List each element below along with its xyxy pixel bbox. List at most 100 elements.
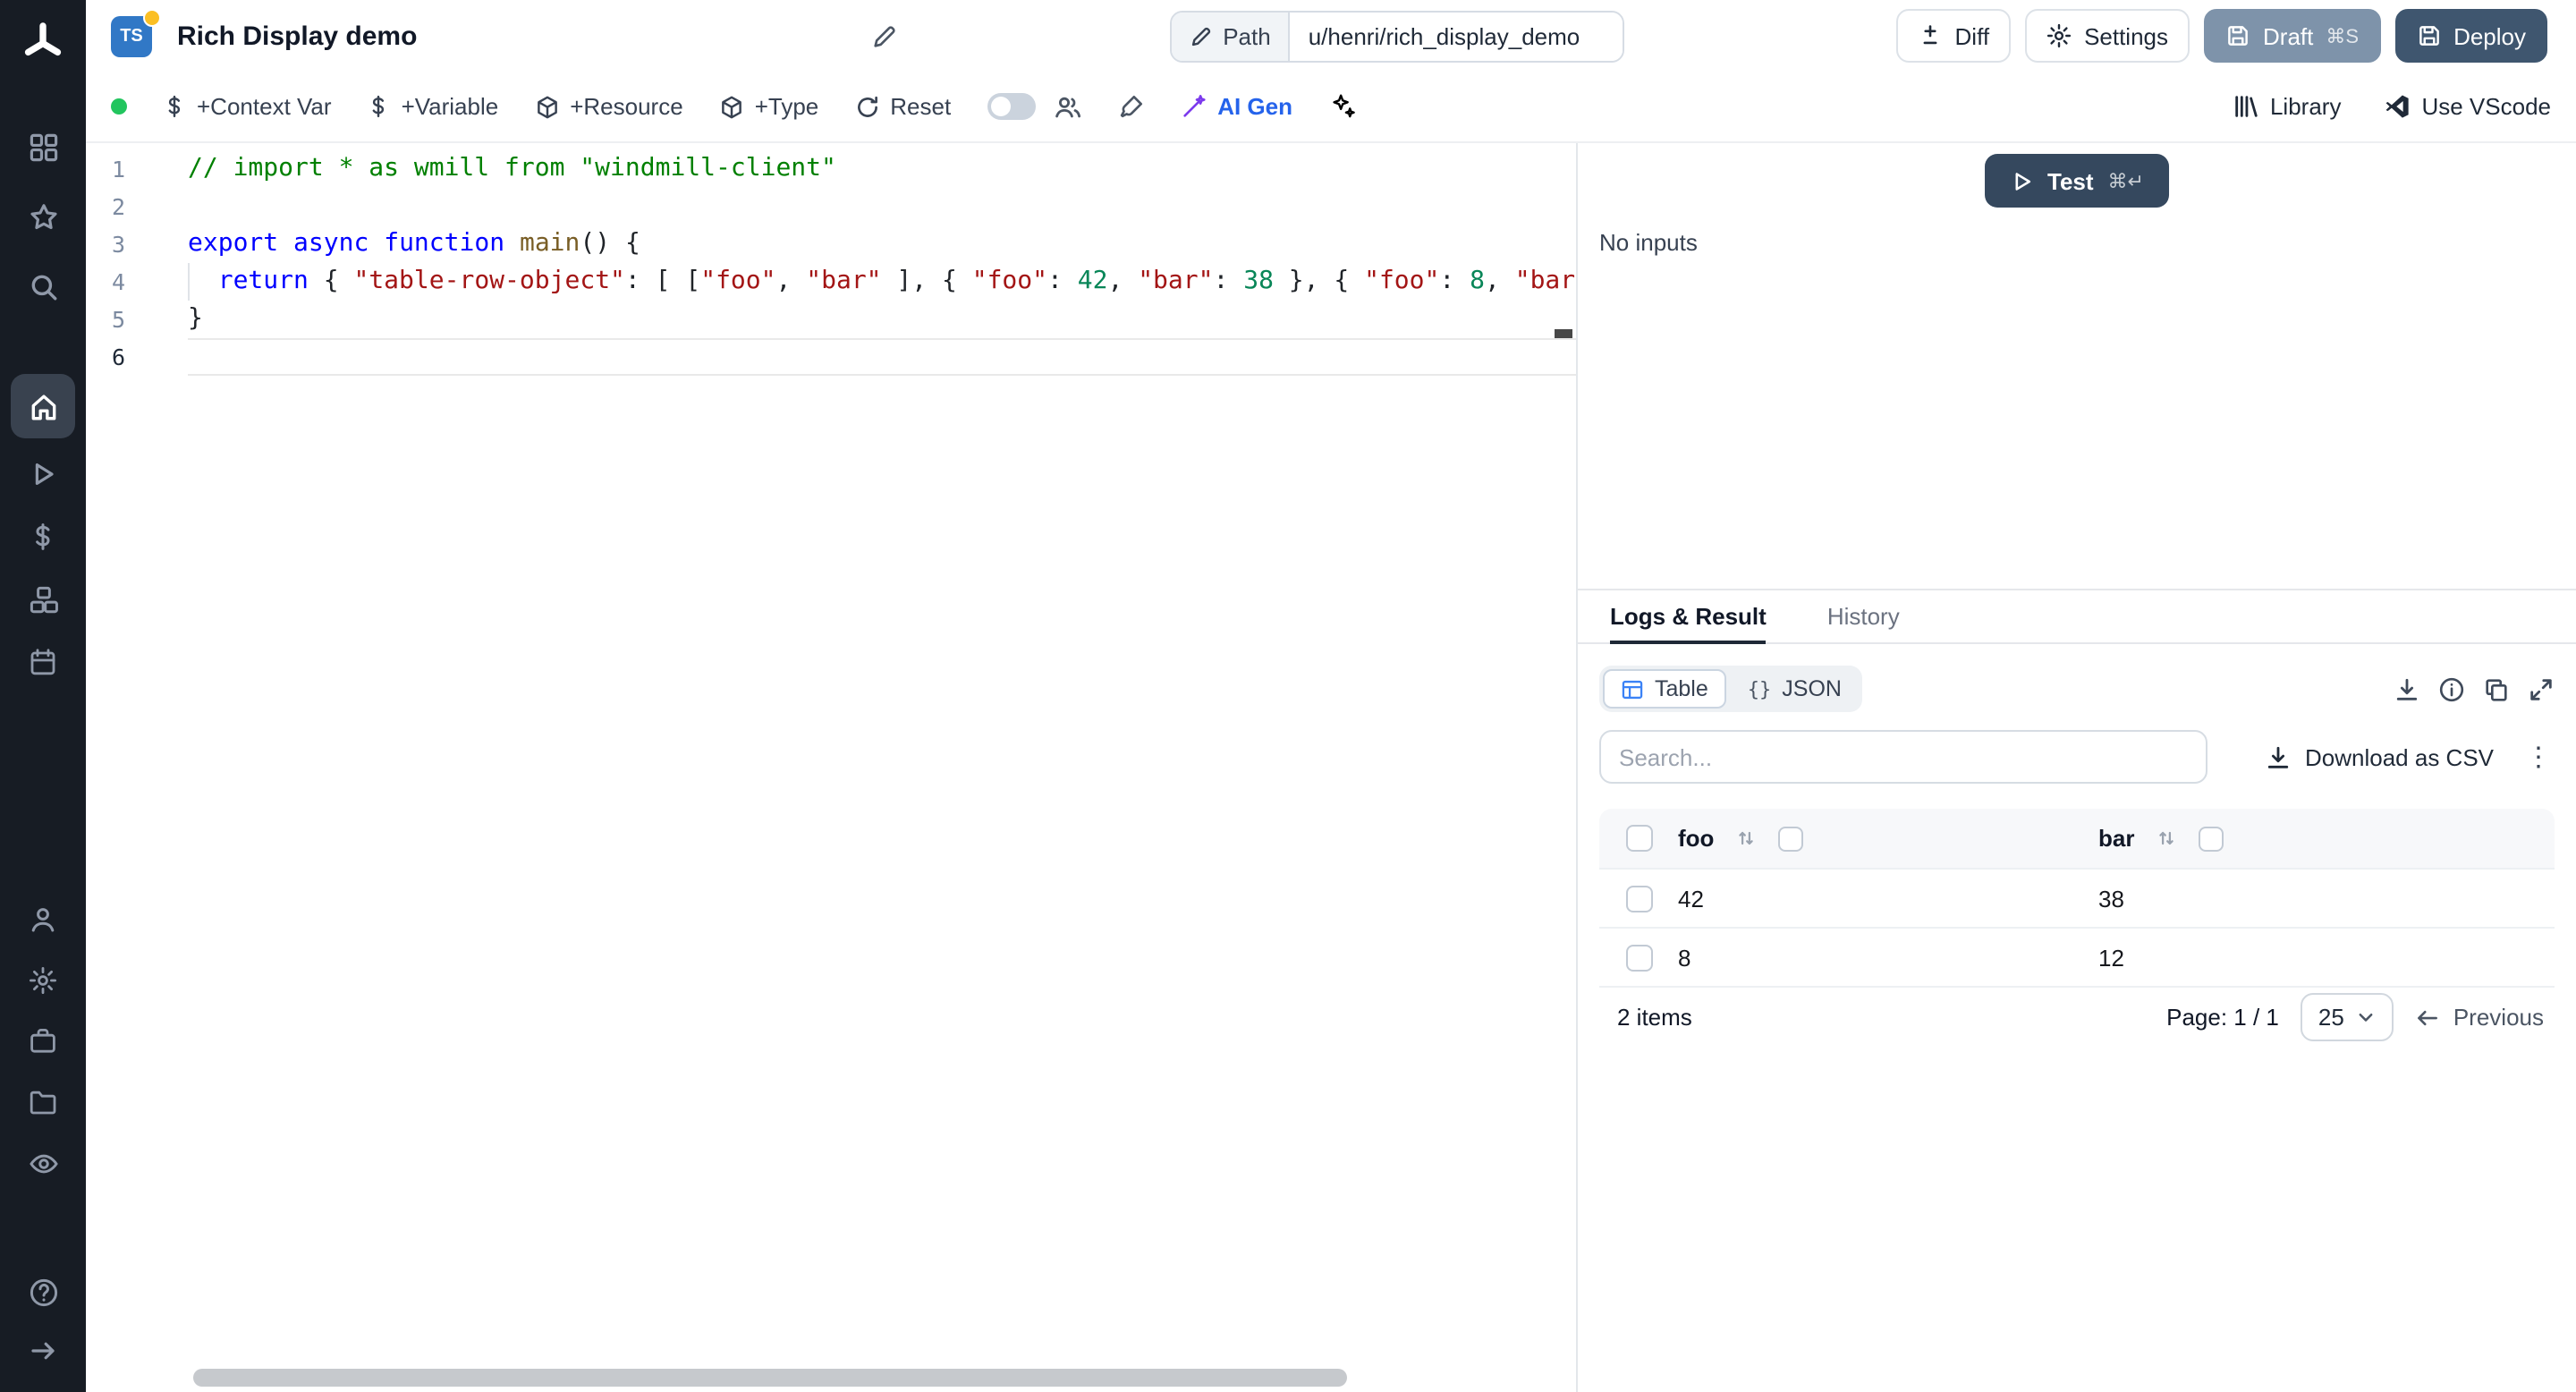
info-icon	[2438, 675, 2465, 702]
sidebar-item-user[interactable]	[14, 893, 72, 946]
download-csv-label: Download as CSV	[2305, 743, 2494, 770]
diff-button[interactable]: Diff	[1896, 9, 2012, 63]
tab-history[interactable]: History	[1827, 590, 1900, 644]
view-json-label: JSON	[1782, 676, 1842, 701]
reset-button[interactable]: Reset	[854, 93, 951, 120]
format-code-button[interactable]	[1117, 93, 1144, 120]
edit-summary-button[interactable]	[871, 22, 898, 49]
sidebar-item-folders[interactable]	[14, 1075, 72, 1129]
expand-result-button[interactable]	[2528, 675, 2555, 702]
row-checkbox[interactable]	[1625, 885, 1652, 912]
script-title: Rich Display demo	[177, 21, 417, 51]
sidebar-item-apps[interactable]	[14, 120, 72, 174]
select-all-checkbox[interactable]	[1625, 825, 1652, 852]
line-number: 4	[86, 263, 125, 301]
windmill-logo-icon	[20, 20, 66, 66]
table-more-options-button[interactable]: ⋮	[2522, 741, 2555, 773]
code-editor[interactable]: 123456 // import * as wmill from "windmi…	[86, 143, 1578, 1392]
windmill-logo[interactable]	[13, 13, 73, 73]
sidebar-item-schedules[interactable]	[14, 635, 72, 689]
result-table-body: 4238812	[1599, 868, 2555, 986]
play-icon	[29, 460, 57, 488]
column-bar-checkbox[interactable]	[2199, 826, 2224, 851]
sidebar-item-runs[interactable]	[14, 447, 72, 501]
tab-logs-result[interactable]: Logs & Result	[1610, 590, 1767, 644]
library-button[interactable]: Library	[2233, 93, 2342, 120]
package-icon	[719, 94, 744, 119]
cell-foo: 8	[1678, 944, 2098, 971]
row-checkbox[interactable]	[1625, 944, 1652, 971]
add-context-var-button[interactable]: +Context Var	[163, 93, 332, 120]
save-icon	[2416, 23, 2441, 48]
cell-foo: 42	[1678, 885, 2098, 912]
edit-path-button[interactable]: Path	[1171, 12, 1291, 60]
language-badge: TS	[111, 15, 152, 56]
ai-gen-button[interactable]: AI Gen	[1180, 93, 1292, 120]
arrow-left-icon	[2416, 1005, 2441, 1030]
editor-code[interactable]: // import * as wmill from "windmill-clie…	[188, 150, 1576, 376]
page-size-select[interactable]: 25	[2301, 993, 2394, 1041]
diff-icon	[1918, 23, 1943, 48]
download-icon	[2264, 743, 2291, 770]
download-result-button[interactable]	[2394, 675, 2420, 702]
path-button-label: Path	[1223, 22, 1271, 49]
ai-suggestions-button[interactable]	[1328, 93, 1355, 120]
add-type-button[interactable]: +Type	[719, 93, 819, 120]
draft-button[interactable]: Draft ⌘S	[2204, 9, 2380, 63]
sort-foo-button[interactable]	[1735, 827, 1757, 850]
search-icon	[28, 271, 58, 301]
diff-mode-toggle[interactable]	[987, 93, 1035, 120]
home-icon	[28, 391, 58, 421]
sidebar-item-resources[interactable]	[14, 573, 72, 626]
sidebar-item-favorites[interactable]	[14, 190, 72, 243]
add-resource-button[interactable]: +Resource	[534, 93, 682, 120]
deploy-button[interactable]: Deploy	[2394, 9, 2547, 63]
no-inputs-text: No inputs	[1599, 229, 2555, 256]
code-line[interactable]: return { "table-row-object": [ ["foo", "…	[188, 263, 1576, 301]
test-button[interactable]: Test ⌘↵	[1985, 154, 2169, 208]
add-variable-label: +Variable	[402, 93, 499, 120]
code-line[interactable]	[188, 188, 1576, 225]
line-number: 6	[86, 338, 125, 376]
library-icon	[2233, 93, 2259, 120]
column-header-bar: bar	[2098, 825, 2134, 852]
editor-toolbar: +Context Var +Variable +Resource +Type	[86, 72, 2576, 143]
brush-icon	[1117, 93, 1144, 120]
add-variable-button[interactable]: +Variable	[368, 93, 499, 120]
sidebar-item-workers[interactable]	[14, 1014, 72, 1068]
sort-bar-button[interactable]	[2156, 827, 2177, 850]
use-vscode-button[interactable]: Use VScode	[2384, 93, 2551, 120]
app-window: TS Rich Display demo Path u/henri/rich_d…	[0, 0, 2576, 1392]
code-line[interactable]	[188, 338, 1576, 376]
result-table-header: foo bar	[1599, 809, 2555, 868]
previous-page-button[interactable]: Previous	[2416, 1004, 2544, 1031]
horizontal-scrollbar[interactable]	[193, 1369, 1347, 1387]
view-table-button[interactable]: Table	[1603, 669, 1726, 709]
sidebar-item-variables[interactable]	[14, 510, 72, 564]
code-line[interactable]: // import * as wmill from "windmill-clie…	[188, 150, 1576, 188]
sidebar-item-help[interactable]	[14, 1265, 72, 1319]
copy-icon	[2483, 675, 2510, 702]
code-line[interactable]: }	[188, 301, 1576, 338]
boxes-icon	[28, 584, 58, 615]
column-foo-checkbox[interactable]	[1778, 826, 1803, 851]
settings-label: Settings	[2084, 22, 2168, 49]
copy-result-button[interactable]	[2483, 675, 2510, 702]
download-csv-button[interactable]: Download as CSV	[2264, 743, 2494, 770]
code-line[interactable]: export async function main() {	[188, 225, 1576, 263]
sidebar-item-search[interactable]	[14, 259, 72, 313]
view-json-button[interactable]: {} JSON	[1730, 669, 1860, 709]
line-number: 2	[86, 188, 125, 225]
vscode-icon	[2384, 93, 2411, 120]
script-path-value[interactable]: u/henri/rich_display_demo	[1291, 12, 1623, 60]
sidebar-item-audit-logs[interactable]	[14, 1136, 72, 1190]
search-input[interactable]	[1599, 730, 2207, 784]
sidebar-item-settings[interactable]	[14, 954, 72, 1007]
sidebar-item-home[interactable]	[11, 374, 75, 438]
sidebar-collapse-button[interactable]	[14, 1324, 72, 1378]
result-tabs: Logs & Result History	[1578, 590, 2576, 644]
braces-icon: {}	[1748, 677, 1772, 700]
deploy-label: Deploy	[2453, 22, 2526, 49]
settings-button[interactable]: Settings	[2025, 9, 2190, 63]
result-info-button[interactable]	[2438, 675, 2465, 702]
